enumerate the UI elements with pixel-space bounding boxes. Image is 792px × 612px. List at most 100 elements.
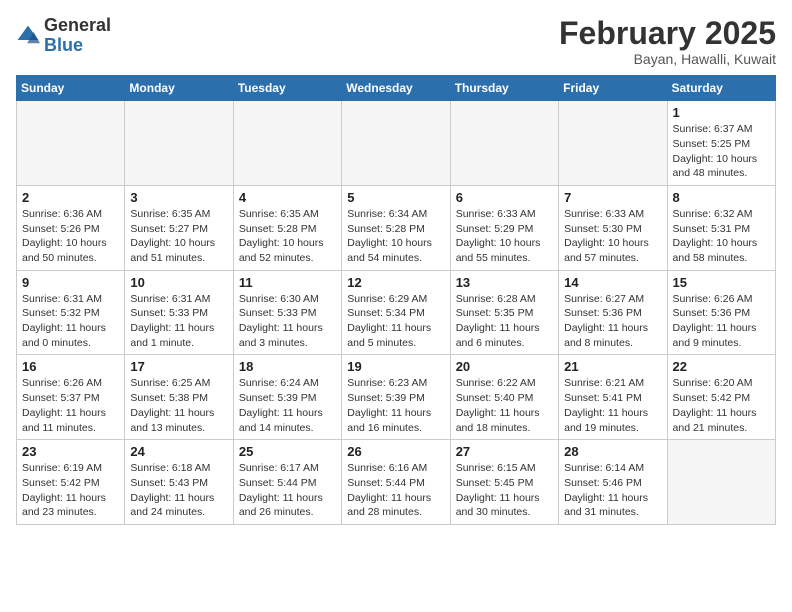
weekday-header-wednesday: Wednesday xyxy=(342,76,450,101)
day-info: Sunrise: 6:27 AM Sunset: 5:36 PM Dayligh… xyxy=(564,292,661,351)
calendar-week-3: 16 Sunrise: 6:26 AM Sunset: 5:37 PM Dayli… xyxy=(17,355,776,440)
day-number: 8 xyxy=(673,190,770,205)
calendar-cell xyxy=(667,440,775,525)
weekday-header-thursday: Thursday xyxy=(450,76,558,101)
calendar-cell: 6 Sunrise: 6:33 AM Sunset: 5:29 PM Daylig… xyxy=(450,185,558,270)
day-number: 11 xyxy=(239,275,336,290)
day-number: 20 xyxy=(456,359,553,374)
day-info: Sunrise: 6:23 AM Sunset: 5:39 PM Dayligh… xyxy=(347,376,444,435)
day-number: 2 xyxy=(22,190,119,205)
weekday-header-monday: Monday xyxy=(125,76,233,101)
calendar-cell: 20 Sunrise: 6:22 AM Sunset: 5:40 PM Dayli… xyxy=(450,355,558,440)
calendar-cell: 18 Sunrise: 6:24 AM Sunset: 5:39 PM Dayli… xyxy=(233,355,341,440)
calendar-cell xyxy=(342,101,450,186)
day-number: 4 xyxy=(239,190,336,205)
calendar-week-4: 23 Sunrise: 6:19 AM Sunset: 5:42 PM Dayli… xyxy=(17,440,776,525)
calendar-cell: 10 Sunrise: 6:31 AM Sunset: 5:33 PM Dayli… xyxy=(125,270,233,355)
day-info: Sunrise: 6:22 AM Sunset: 5:40 PM Dayligh… xyxy=(456,376,553,435)
calendar-body: 1Sunrise: 6:37 AM Sunset: 5:25 PM Daylig… xyxy=(17,101,776,525)
calendar-week-2: 9Sunrise: 6:31 AM Sunset: 5:32 PM Daylig… xyxy=(17,270,776,355)
day-number: 18 xyxy=(239,359,336,374)
calendar-header: SundayMondayTuesdayWednesdayThursdayFrid… xyxy=(17,76,776,101)
calendar-cell: 5 Sunrise: 6:34 AM Sunset: 5:28 PM Daylig… xyxy=(342,185,450,270)
calendar-cell: 12 Sunrise: 6:29 AM Sunset: 5:34 PM Dayli… xyxy=(342,270,450,355)
day-info: Sunrise: 6:33 AM Sunset: 5:29 PM Dayligh… xyxy=(456,207,553,266)
day-info: Sunrise: 6:30 AM Sunset: 5:33 PM Dayligh… xyxy=(239,292,336,351)
day-info: Sunrise: 6:16 AM Sunset: 5:44 PM Dayligh… xyxy=(347,461,444,520)
day-info: Sunrise: 6:35 AM Sunset: 5:27 PM Dayligh… xyxy=(130,207,227,266)
weekday-header-saturday: Saturday xyxy=(667,76,775,101)
weekday-header-sunday: Sunday xyxy=(17,76,125,101)
day-number: 12 xyxy=(347,275,444,290)
day-info: Sunrise: 6:32 AM Sunset: 5:31 PM Dayligh… xyxy=(673,207,770,266)
calendar-cell: 16 Sunrise: 6:26 AM Sunset: 5:37 PM Dayli… xyxy=(17,355,125,440)
day-info: Sunrise: 6:28 AM Sunset: 5:35 PM Dayligh… xyxy=(456,292,553,351)
day-info: Sunrise: 6:33 AM Sunset: 5:30 PM Dayligh… xyxy=(564,207,661,266)
location-text: Bayan, Hawalli, Kuwait xyxy=(559,51,776,67)
calendar-cell: 26 Sunrise: 6:16 AM Sunset: 5:44 PM Dayli… xyxy=(342,440,450,525)
calendar-cell xyxy=(125,101,233,186)
calendar-cell xyxy=(17,101,125,186)
day-info: Sunrise: 6:34 AM Sunset: 5:28 PM Dayligh… xyxy=(347,207,444,266)
day-number: 9 xyxy=(22,275,119,290)
day-info: Sunrise: 6:26 AM Sunset: 5:37 PM Dayligh… xyxy=(22,376,119,435)
weekday-header-tuesday: Tuesday xyxy=(233,76,341,101)
calendar-cell: 3 Sunrise: 6:35 AM Sunset: 5:27 PM Daylig… xyxy=(125,185,233,270)
calendar-cell: 23 Sunrise: 6:19 AM Sunset: 5:42 PM Dayli… xyxy=(17,440,125,525)
calendar-cell: 14 Sunrise: 6:27 AM Sunset: 5:36 PM Dayli… xyxy=(559,270,667,355)
calendar-cell: 17Sunrise: 6:25 AM Sunset: 5:38 PM Dayli… xyxy=(125,355,233,440)
calendar-cell: 1Sunrise: 6:37 AM Sunset: 5:25 PM Daylig… xyxy=(667,101,775,186)
calendar-week-1: 2 Sunrise: 6:36 AM Sunset: 5:26 PM Daylig… xyxy=(17,185,776,270)
day-number: 1 xyxy=(673,105,770,120)
calendar-cell: 27 Sunrise: 6:15 AM Sunset: 5:45 PM Dayli… xyxy=(450,440,558,525)
weekday-row: SundayMondayTuesdayWednesdayThursdayFrid… xyxy=(17,76,776,101)
day-number: 21 xyxy=(564,359,661,374)
calendar-week-0: 1Sunrise: 6:37 AM Sunset: 5:25 PM Daylig… xyxy=(17,101,776,186)
day-info: Sunrise: 6:24 AM Sunset: 5:39 PM Dayligh… xyxy=(239,376,336,435)
day-number: 7 xyxy=(564,190,661,205)
calendar-cell: 24 Sunrise: 6:18 AM Sunset: 5:43 PM Dayli… xyxy=(125,440,233,525)
title-block: February 2025 Bayan, Hawalli, Kuwait xyxy=(559,16,776,67)
calendar-cell: 7 Sunrise: 6:33 AM Sunset: 5:30 PM Daylig… xyxy=(559,185,667,270)
day-number: 3 xyxy=(130,190,227,205)
calendar-cell: 19Sunrise: 6:23 AM Sunset: 5:39 PM Dayli… xyxy=(342,355,450,440)
day-number: 24 xyxy=(130,444,227,459)
day-number: 28 xyxy=(564,444,661,459)
day-number: 23 xyxy=(22,444,119,459)
calendar-cell: 2 Sunrise: 6:36 AM Sunset: 5:26 PM Daylig… xyxy=(17,185,125,270)
day-info: Sunrise: 6:36 AM Sunset: 5:26 PM Dayligh… xyxy=(22,207,119,266)
logo: General Blue xyxy=(16,16,111,56)
day-number: 6 xyxy=(456,190,553,205)
day-number: 16 xyxy=(22,359,119,374)
day-info: Sunrise: 6:14 AM Sunset: 5:46 PM Dayligh… xyxy=(564,461,661,520)
calendar-cell: 11 Sunrise: 6:30 AM Sunset: 5:33 PM Dayli… xyxy=(233,270,341,355)
day-number: 26 xyxy=(347,444,444,459)
day-info: Sunrise: 6:20 AM Sunset: 5:42 PM Dayligh… xyxy=(673,376,770,435)
day-info: Sunrise: 6:25 AM Sunset: 5:38 PM Dayligh… xyxy=(130,376,227,435)
weekday-header-friday: Friday xyxy=(559,76,667,101)
calendar-table: SundayMondayTuesdayWednesdayThursdayFrid… xyxy=(16,75,776,525)
calendar-cell: 13Sunrise: 6:28 AM Sunset: 5:35 PM Dayli… xyxy=(450,270,558,355)
calendar-cell: 4Sunrise: 6:35 AM Sunset: 5:28 PM Daylig… xyxy=(233,185,341,270)
logo-blue-text: Blue xyxy=(44,35,83,55)
day-number: 15 xyxy=(673,275,770,290)
day-number: 25 xyxy=(239,444,336,459)
calendar-cell: 15 Sunrise: 6:26 AM Sunset: 5:36 PM Dayli… xyxy=(667,270,775,355)
day-number: 14 xyxy=(564,275,661,290)
calendar-cell: 21 Sunrise: 6:21 AM Sunset: 5:41 PM Dayli… xyxy=(559,355,667,440)
day-number: 10 xyxy=(130,275,227,290)
day-info: Sunrise: 6:19 AM Sunset: 5:42 PM Dayligh… xyxy=(22,461,119,520)
calendar-cell: 9Sunrise: 6:31 AM Sunset: 5:32 PM Daylig… xyxy=(17,270,125,355)
calendar-cell: 8 Sunrise: 6:32 AM Sunset: 5:31 PM Daylig… xyxy=(667,185,775,270)
day-info: Sunrise: 6:26 AM Sunset: 5:36 PM Dayligh… xyxy=(673,292,770,351)
calendar-cell xyxy=(450,101,558,186)
day-number: 5 xyxy=(347,190,444,205)
day-info: Sunrise: 6:21 AM Sunset: 5:41 PM Dayligh… xyxy=(564,376,661,435)
day-info: Sunrise: 6:31 AM Sunset: 5:33 PM Dayligh… xyxy=(130,292,227,351)
day-info: Sunrise: 6:29 AM Sunset: 5:34 PM Dayligh… xyxy=(347,292,444,351)
day-number: 27 xyxy=(456,444,553,459)
logo-general-text: General xyxy=(44,15,111,35)
calendar-cell xyxy=(559,101,667,186)
day-info: Sunrise: 6:18 AM Sunset: 5:43 PM Dayligh… xyxy=(130,461,227,520)
day-info: Sunrise: 6:15 AM Sunset: 5:45 PM Dayligh… xyxy=(456,461,553,520)
